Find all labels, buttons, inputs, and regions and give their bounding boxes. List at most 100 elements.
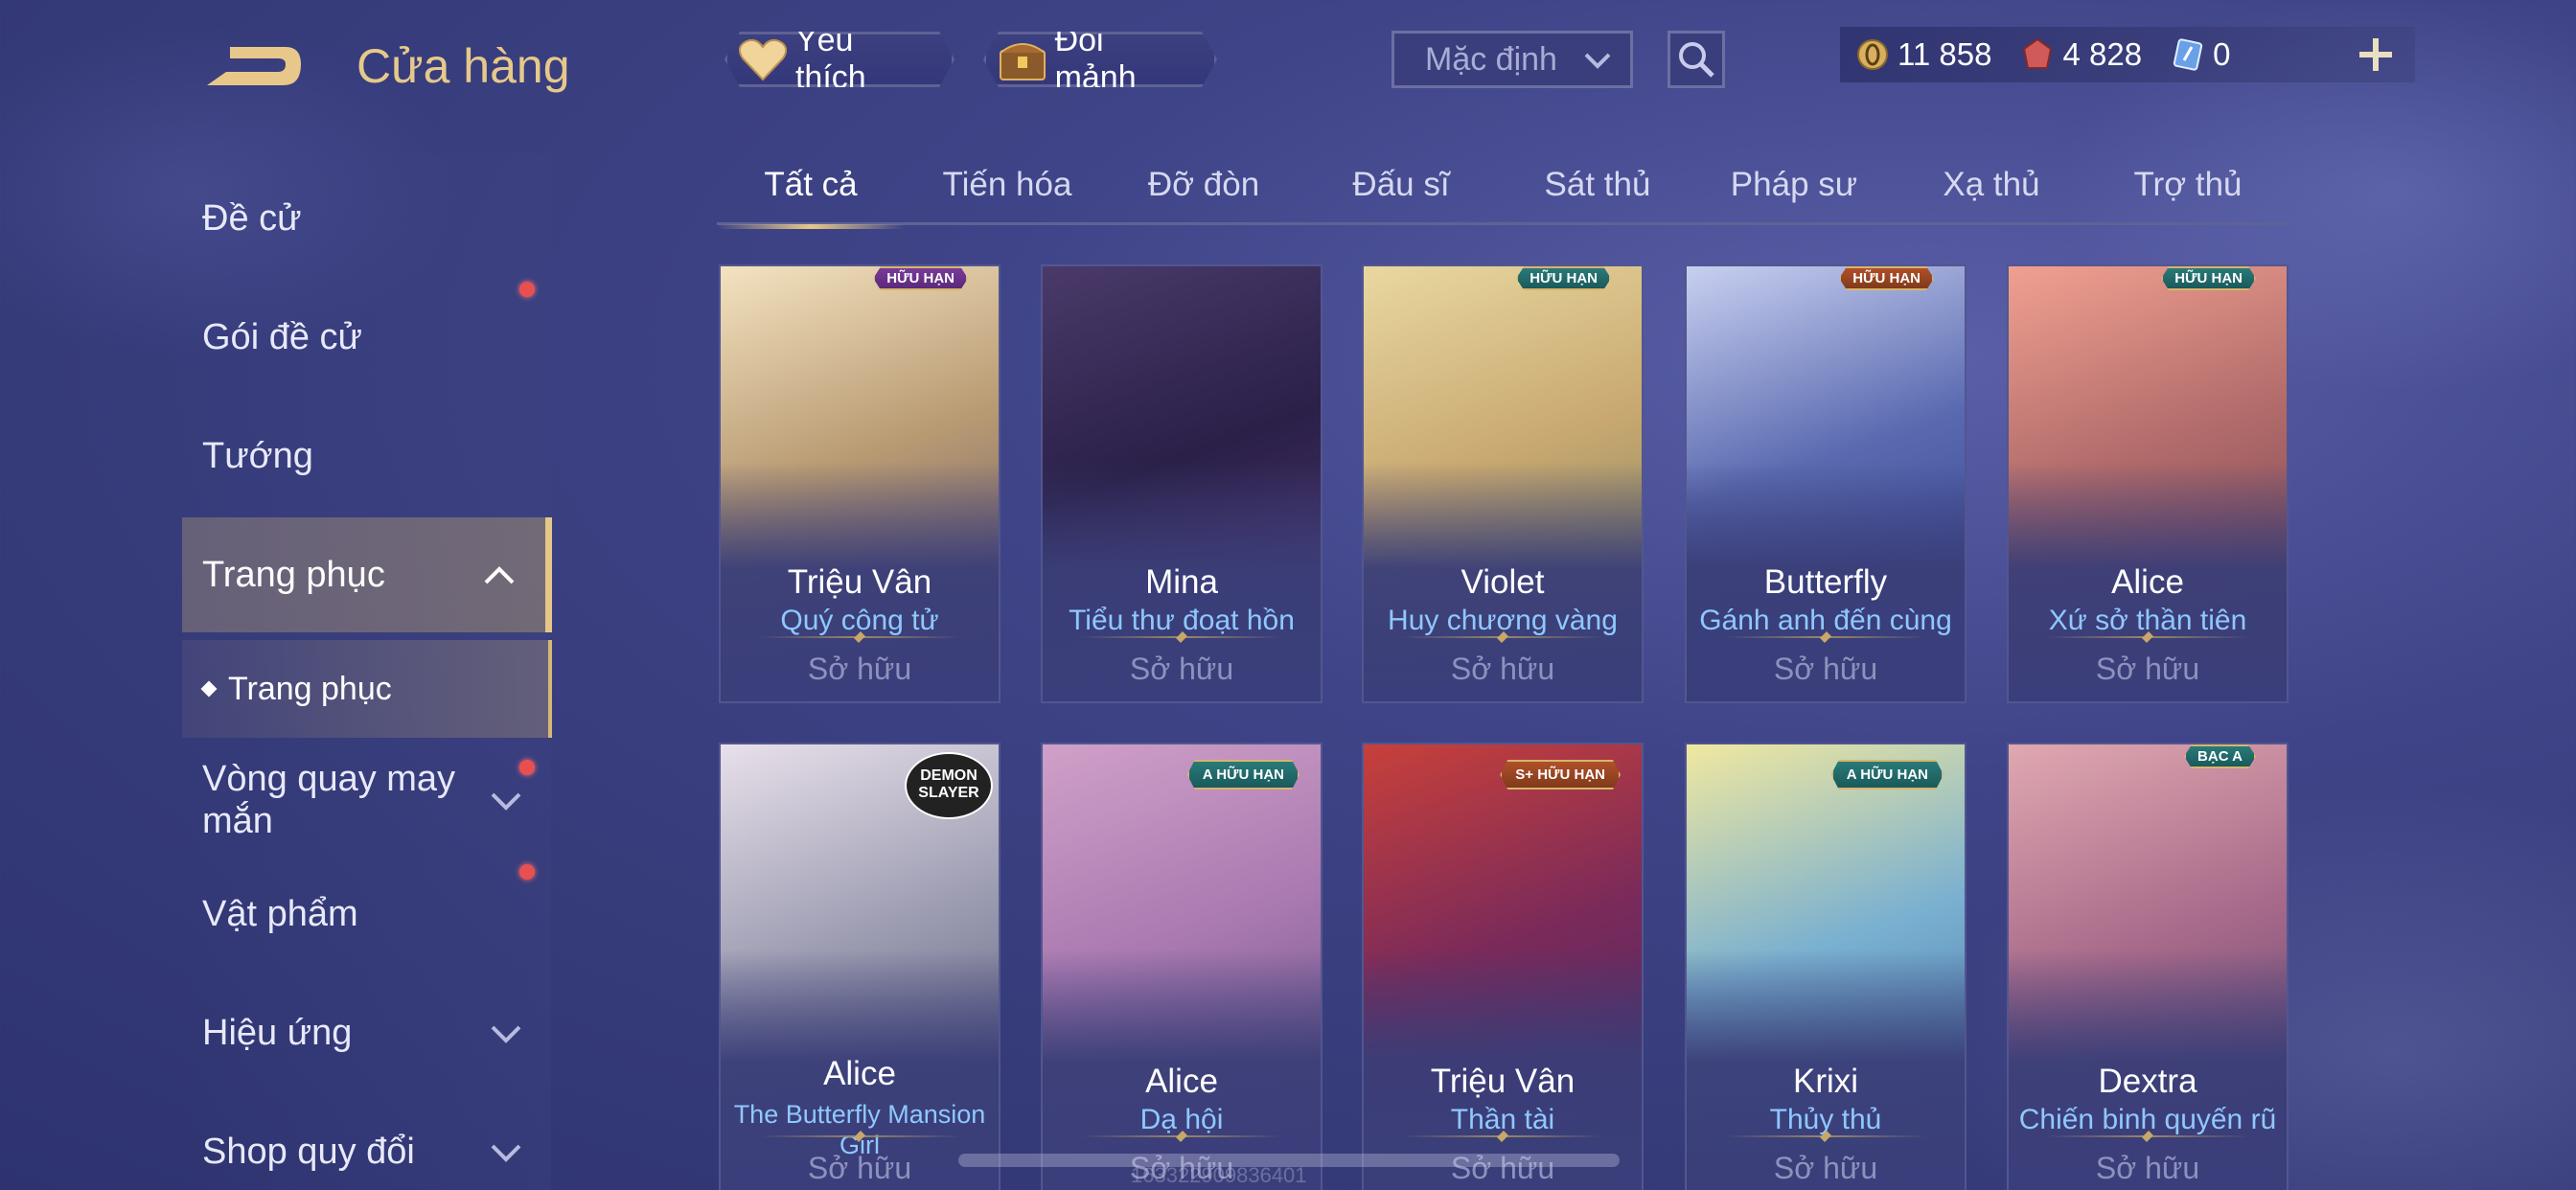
favorite-button[interactable]: Yêu thích — [724, 32, 954, 87]
sidebar-item-label: Tướng — [202, 435, 313, 476]
sidebar-item-effects[interactable]: Hiệu ứng — [182, 975, 552, 1090]
tab-fighter[interactable]: Đấu sĩ — [1307, 158, 1495, 225]
card-divider — [1081, 636, 1282, 638]
search-icon — [1679, 42, 1714, 78]
card-divider — [1725, 1135, 1926, 1137]
chevron-down-icon — [491, 792, 521, 811]
skin-card[interactable]: A HỮU HẠN Krixi Thủy thủ Sở hữu — [1685, 743, 1966, 1190]
exchange-fragment-button[interactable]: Đổi mảnh — [983, 32, 1217, 87]
currency-voucher: 0 — [2171, 36, 2230, 73]
card-divider — [759, 1135, 960, 1137]
sidebar-item-label: Gói đề cử — [202, 316, 362, 357]
limited-badge: HỮU HẠN — [1516, 266, 1611, 290]
card-divider — [1402, 1135, 1603, 1137]
hero-name: Triệu Vân — [787, 563, 932, 601]
owned-status: Sở hữu — [807, 1151, 912, 1185]
tab-mage[interactable]: Pháp sư — [1700, 158, 1888, 225]
owned-status: Sở hữu — [807, 652, 912, 686]
footer-id: 163322909836401 — [1131, 1163, 1307, 1187]
skin-card[interactable]: HỮU HẠN Alice Xứ sở thần tiên Sở hữu — [2007, 264, 2288, 703]
sort-dropdown[interactable]: Mặc định — [1392, 31, 1633, 88]
card-divider — [759, 636, 960, 638]
sort-value: Mặc định — [1425, 40, 1557, 78]
hero-name: Violet — [1460, 563, 1545, 601]
tab-marksman[interactable]: Xạ thủ — [1898, 158, 2085, 225]
sidebar-item-label: Trang phục — [202, 554, 385, 595]
hero-name: Alice — [2111, 563, 2184, 601]
sidebar-item-skins[interactable]: Trang phục — [182, 517, 552, 632]
tab-support[interactable]: Trợ thủ — [2094, 158, 2282, 225]
notification-dot — [519, 282, 535, 297]
tab-assassin[interactable]: Sát thủ — [1504, 158, 1691, 225]
owned-status: Sở hữu — [2095, 1151, 2200, 1185]
skin-card[interactable]: HỮU HẠN Butterfly Gánh anh đến cùng Sở hữu — [1685, 264, 1966, 703]
category-tabs: Tất cả Tiến hóa Đỡ đòn Đấu sĩ Sát thủ Ph… — [717, 158, 2290, 229]
skin-card[interactable]: Mina Tiểu thư đoạt hồn Sở hữu — [1041, 264, 1322, 703]
sidebar-item-heroes[interactable]: Tướng — [182, 399, 552, 514]
hero-name: Mina — [1145, 563, 1218, 601]
skin-card[interactable]: A HỮU HẠN Alice Dạ hội Sở hữu — [1041, 743, 1322, 1190]
currency-bar: 11 858 4 828 0 — [1840, 27, 2415, 82]
currency-gold: 11 858 — [1855, 36, 1991, 73]
hero-name: Alice — [823, 1055, 896, 1092]
card-divider — [1402, 636, 1603, 638]
skin-card[interactable]: BẠC A Dextra Chiến binh quyến rũ Sở hữu — [2007, 743, 2288, 1190]
hero-name: Triệu Vân — [1430, 1063, 1576, 1100]
sidebar-subitem-skins[interactable]: Trang phục — [182, 640, 552, 738]
add-currency-button[interactable] — [2350, 29, 2402, 80]
tab-tank[interactable]: Đỡ đòn — [1110, 158, 1298, 225]
sidebar-item-lucky-wheel[interactable]: Vòng quay may mắn — [182, 743, 552, 858]
skin-card[interactable]: HỮU HẠN Triệu Vân Quý công tử Sở hữu — [719, 264, 1000, 703]
search-button[interactable] — [1668, 31, 1725, 88]
notification-dot — [519, 760, 535, 775]
tab-all[interactable]: Tất cả — [717, 158, 905, 229]
chest-icon — [996, 35, 1049, 83]
red-gem-icon — [2023, 37, 2053, 69]
sidebar-item-label: Vật phẩm — [202, 893, 358, 934]
collab-badge: DEMON SLAYER — [905, 752, 993, 819]
chevron-down-icon — [491, 1144, 521, 1162]
skin-card[interactable]: HỮU HẠN Violet Huy chương vàng Sở hữu — [1362, 264, 1644, 703]
sidebar-item-recommended[interactable]: Đề cử — [182, 161, 552, 276]
diamond-bullet-icon — [200, 680, 218, 698]
sidebar-item-label: Đề cử — [202, 197, 302, 239]
limited-badge: A HỮU HẠN — [1187, 760, 1300, 790]
back-arrow-icon — [207, 47, 301, 85]
skin-card[interactable]: S+ HỮU HẠN Triệu Vân Thần tài Sở hữu — [1362, 743, 1644, 1190]
owned-status: Sở hữu — [1773, 652, 1878, 686]
favorite-label: Yêu thích — [794, 22, 866, 96]
sidebar-item-label: Hiệu ứng — [202, 1012, 353, 1053]
notification-dot — [519, 864, 535, 880]
gold-value: 11 858 — [1898, 36, 1992, 72]
card-divider — [1081, 1135, 1282, 1137]
limited-badge: BẠC A — [2184, 744, 2256, 768]
limited-badge: HỮU HẠN — [873, 266, 968, 290]
hero-name: Dextra — [2098, 1063, 2197, 1100]
tab-evolution[interactable]: Tiến hóa — [913, 158, 1101, 225]
sidebar: Đề cử Gói đề cử Tướng Trang phục Trang p… — [0, 153, 556, 1190]
skin-card[interactable]: DEMON SLAYER Alice The Butterfly Mansion G… — [719, 743, 1000, 1190]
owned-status: Sở hữu — [1129, 652, 1234, 686]
heart-icon — [737, 35, 790, 83]
sidebar-item-exchange-shop[interactable]: Shop quy đổi — [182, 1094, 552, 1190]
chevron-up-icon — [484, 566, 515, 584]
hero-name: Alice — [1145, 1063, 1218, 1100]
chevron-down-icon — [491, 1025, 521, 1043]
owned-status: Sở hữu — [1450, 652, 1555, 686]
sidebar-subitem-label: Trang phục — [228, 670, 392, 707]
sidebar-item-label: Vòng quay may mắn — [202, 759, 456, 841]
limited-badge: A HỮU HẠN — [1831, 760, 1944, 790]
voucher-value: 0 — [2213, 36, 2231, 72]
page-title: Cửa hàng — [356, 39, 570, 93]
blue-voucher-icon — [2173, 38, 2203, 71]
owned-status: Sở hữu — [1773, 1151, 1878, 1185]
card-divider — [2047, 1135, 2248, 1137]
sidebar-item-recommended-packs[interactable]: Gói đề cử — [182, 280, 552, 395]
back-button[interactable] — [201, 34, 307, 101]
hero-name: Butterfly — [1763, 563, 1888, 601]
card-divider — [2047, 636, 2248, 638]
sidebar-item-label: Shop quy đổi — [202, 1131, 415, 1172]
sidebar-item-items[interactable]: Vật phẩm — [182, 857, 552, 972]
limited-badge: S+ HỮU HẠN — [1500, 760, 1621, 790]
owned-status: Sở hữu — [2095, 652, 2200, 686]
